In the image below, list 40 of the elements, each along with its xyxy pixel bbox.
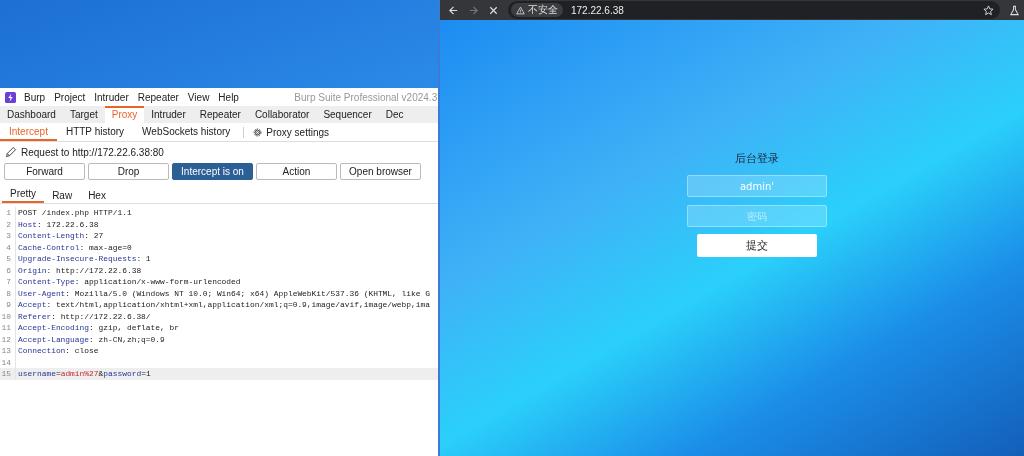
tab[interactable]: Raw xyxy=(44,190,81,203)
toggle-button[interactable]: Intercept is on xyxy=(172,163,253,180)
address-bar[interactable]: 不安全 172.22.6.38 xyxy=(508,1,1000,19)
star-icon[interactable] xyxy=(983,4,994,16)
submit-button[interactable]: 提交 xyxy=(697,234,817,257)
flask-icon[interactable] xyxy=(1009,4,1020,16)
security-chip[interactable]: 不安全 xyxy=(511,3,563,17)
warning-icon xyxy=(516,5,525,15)
back-icon[interactable] xyxy=(448,4,459,16)
action-button[interactable]: Action xyxy=(256,163,337,180)
request-target: Request to http://172.22.6.38:80 xyxy=(21,146,164,158)
tab[interactable]: HTTP history xyxy=(56,123,134,141)
tab[interactable]: Pretty xyxy=(2,188,45,203)
menu-item[interactable]: View xyxy=(187,91,210,103)
menu-item[interactable]: Burp xyxy=(24,91,46,103)
tab[interactable]: Intruder xyxy=(144,106,193,123)
action-button[interactable]: Drop xyxy=(88,163,169,180)
proxy-settings-button[interactable]: Proxy settings xyxy=(250,126,332,138)
action-button[interactable]: Open browser xyxy=(340,163,421,180)
menu-item[interactable]: Intruder xyxy=(94,91,129,103)
tab[interactable]: Dashboard xyxy=(0,106,63,123)
tab[interactable]: Target xyxy=(62,106,105,123)
action-button[interactable]: Forward xyxy=(4,163,85,180)
login-title: 后台登录 xyxy=(735,151,779,166)
gear-icon xyxy=(252,126,264,138)
menu-item[interactable]: Help xyxy=(218,91,239,103)
tab[interactable]: Dec xyxy=(378,106,411,123)
tab[interactable]: WebSockets history xyxy=(133,123,240,141)
tab[interactable]: Intercept xyxy=(0,123,57,141)
close-icon[interactable] xyxy=(488,4,499,16)
forward-icon[interactable] xyxy=(468,4,479,16)
tab[interactable]: Sequencer xyxy=(316,106,379,123)
app-logo-icon xyxy=(5,91,16,103)
tab[interactable]: Repeater xyxy=(192,106,248,123)
tab[interactable]: Hex xyxy=(80,190,114,203)
menu-item[interactable]: Project xyxy=(54,91,86,103)
url-text: 172.22.6.38 xyxy=(571,4,624,16)
menu-item[interactable]: Repeater xyxy=(137,91,179,103)
pencil-icon xyxy=(5,146,17,158)
tab[interactable]: Collaborator xyxy=(247,106,317,123)
